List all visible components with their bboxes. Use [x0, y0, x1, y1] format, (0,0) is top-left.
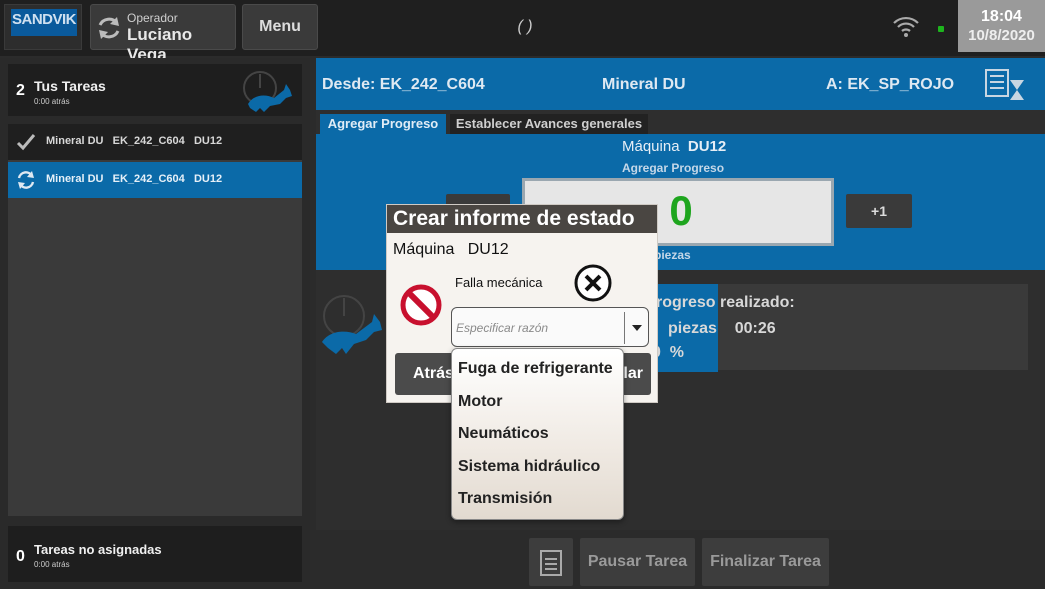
status-text: ( ) [517, 18, 533, 35]
chevron-down-icon[interactable] [632, 325, 642, 331]
schedule-hourglass-icon[interactable] [984, 66, 1028, 104]
check-icon [16, 134, 36, 151]
dropdown-option[interactable]: Sistema hidráulico [452, 451, 623, 483]
stop-icon [400, 284, 442, 326]
unassigned-count: 0 [16, 548, 25, 565]
route-material: Mineral DU [602, 76, 686, 93]
select-divider [624, 312, 625, 344]
task-item-label: Mineral DU EK_242_C604 DU12 [46, 135, 223, 147]
logo-underline [11, 33, 77, 36]
dropdown-option[interactable]: Fuga de refrigerante [452, 353, 623, 385]
route-to: A: EK_SP_ROJO [826, 76, 955, 93]
logo-text: SANDVIK [11, 9, 77, 33]
my-tasks-label: Tus Tareas [34, 78, 106, 94]
rabbit-speed-icon [243, 71, 292, 112]
progress-done-pieces: piezas 00:26 [668, 320, 776, 337]
dialog-title: Crear informe de estado [393, 207, 635, 230]
tab-add-progress[interactable]: Agregar Progreso [320, 114, 446, 134]
reason-placeholder: Especificar razón [456, 321, 549, 335]
dialog-header: Crear informe de estado [387, 205, 657, 233]
connection-status-indicator [938, 26, 944, 32]
task-item-active[interactable]: Mineral DU EK_242_C604 DU12 [8, 162, 302, 198]
top-bar: SANDVIK Operador Luciano Vega Menu ( ) 1… [0, 0, 1045, 64]
machine-id: DU12 [687, 138, 727, 155]
finish-task-button[interactable]: Finalizar Tarea [702, 538, 829, 586]
dropdown-option[interactable]: Transmisión [452, 483, 623, 515]
fault-type-label: Falla mecánica [455, 275, 543, 290]
dropdown-option[interactable]: Neumáticos [452, 418, 623, 450]
my-tasks-count: 2 [16, 82, 25, 99]
wifi-icon [893, 16, 919, 37]
report-button[interactable] [529, 538, 573, 586]
rabbit-speed-icon [322, 295, 382, 354]
clock-time: 18:04 [981, 8, 1022, 25]
my-tasks-elapsed: 0:00 atrás [34, 97, 70, 106]
sandvik-logo: SANDVIK [4, 4, 82, 50]
pause-task-button[interactable]: Pausar Tarea [580, 538, 695, 586]
refresh-icon [17, 171, 35, 189]
increment-button[interactable]: +1 [846, 194, 912, 228]
progress-machine: Máquina DU12 [622, 138, 726, 155]
progress-subtitle: Agregar Progreso [622, 161, 725, 175]
task-item[interactable]: Mineral DU EK_242_C604 DU12 [8, 124, 302, 160]
task-list: Mineral DU EK_242_C604 DU12 Mineral DU E… [8, 124, 302, 516]
operator-button[interactable]: Operador Luciano Vega [90, 4, 236, 64]
unassigned-label: Tareas no asignadas [34, 542, 162, 557]
dropdown-option[interactable]: Motor [452, 386, 623, 418]
menu-button[interactable]: Menu [242, 4, 318, 50]
route-bar: Desde: EK_242_C604 Mineral DU A: EK_SP_R… [316, 58, 1045, 110]
reason-dropdown-list: Fuga de refrigerante Motor Neumáticos Si… [451, 348, 624, 520]
refresh-icon [98, 17, 120, 39]
clock: 18:04 10/8/2020 [958, 0, 1045, 52]
reason-select[interactable]: Especificar razón [451, 307, 649, 347]
progress-unit: piezas [654, 248, 691, 262]
operator-label: Operador [127, 11, 178, 25]
unassigned-elapsed: 0:00 atrás [34, 560, 70, 569]
sidebar: 2 Tus Tareas 0:00 atrás Mineral DU EK_24… [0, 58, 310, 589]
progress-done-title: rogreso realizado: [656, 294, 795, 311]
document-icon [540, 550, 562, 576]
dialog-machine: Máquina DU12 [393, 241, 509, 258]
machine-label: Máquina [622, 138, 680, 155]
my-tasks-header[interactable]: 2 Tus Tareas 0:00 atrás [8, 64, 302, 116]
unassigned-tasks[interactable]: 0 Tareas no asignadas 0:00 atrás [8, 526, 302, 582]
route-from: Desde: EK_242_C604 [322, 76, 485, 93]
clock-date: 10/8/2020 [968, 27, 1035, 44]
close-icon[interactable] [573, 263, 613, 303]
tab-general-progress[interactable]: Establecer Avances generales [450, 114, 648, 134]
task-item-label: Mineral DU EK_242_C604 DU12 [46, 173, 223, 185]
